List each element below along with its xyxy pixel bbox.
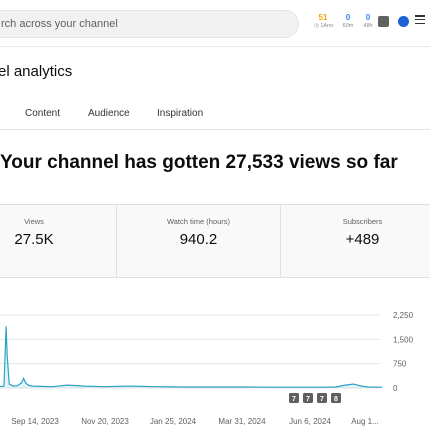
metric-value: 27.5K — [14, 231, 54, 248]
x-tick-label: Aug 1... — [351, 417, 379, 426]
top-bar: rch across your channel 51 ◷ 1Ano 0 60m … — [0, 0, 430, 47]
tab-audience[interactable]: Audience — [88, 108, 130, 119]
browser-extension-icon[interactable] — [398, 16, 409, 27]
metric-label: Watch time (hours) — [166, 217, 231, 226]
y-tick-label: 2,250 — [393, 311, 414, 320]
y-axis-labels: 2,250 1,500 750 0 — [393, 311, 414, 393]
x-axis-labels: Sep 14, 2023 Nov 20, 2023 Jan 25, 2024 Mar … — [11, 417, 379, 426]
y-tick-label: 750 — [393, 360, 407, 369]
annotation-label: 8 — [334, 396, 338, 403]
metric-label: Subscribers — [342, 217, 383, 226]
x-tick-label: Sep 14, 2023 — [11, 417, 59, 426]
menu-icon[interactable] — [415, 15, 425, 25]
chart-grid — [0, 314, 380, 389]
y-tick-label: 1,500 — [393, 335, 414, 344]
x-tick-label: Jan 25, 2024 — [150, 417, 197, 426]
annotation-label: 7 — [292, 396, 296, 403]
stat-year: 51 ◷ 1Ano — [314, 13, 334, 29]
annotation-label: 7 — [306, 396, 310, 403]
x-tick-label: Nov 20, 2023 — [81, 417, 129, 426]
annotation-label: 7 — [320, 396, 324, 403]
x-tick-label: Mar 31, 2024 — [218, 417, 266, 426]
series-area — [0, 326, 383, 388]
extension-icon[interactable] — [378, 16, 389, 27]
metric-value: +489 — [345, 231, 380, 248]
stat-48h: 0 48h — [363, 13, 373, 29]
tab-content[interactable]: Content — [25, 108, 60, 119]
series-line — [0, 326, 383, 388]
metric-label: Views — [24, 217, 44, 226]
tab-inspiration[interactable]: Inspiration — [157, 108, 203, 119]
metrics-row: Views 27.5K Watch time (hours) 940.2 Sub… — [0, 204, 430, 278]
metric-watch-time[interactable]: Watch time (hours) 940.2 — [116, 205, 280, 278]
tab-bar: Content Audience Inspiration — [0, 100, 430, 130]
search-input[interactable]: rch across your channel — [0, 10, 299, 38]
x-tick-label: Jun 6, 2024 — [289, 417, 331, 426]
metric-subscribers[interactable]: Subscribers +489 — [280, 205, 430, 278]
extension-stats: 51 ◷ 1Ano 0 60m 0 48h — [314, 13, 376, 35]
metric-views[interactable]: Views 27.5K — [0, 205, 116, 278]
clock-icon: ◷ 1Ano — [314, 23, 334, 29]
y-tick-label: 0 — [393, 384, 398, 393]
search-placeholder: rch across your channel — [1, 18, 118, 30]
metric-value: 940.2 — [179, 231, 218, 248]
chart-annotations: 7 7 7 8 — [289, 393, 341, 403]
page-title: el analytics — [0, 63, 73, 80]
headline: Your channel has gotten 27,533 views so … — [0, 152, 398, 173]
stat-60m: 0 60m — [342, 13, 354, 29]
views-line-chart: Sep 14, 2023 Nov 20, 2023 Jan 25, 2024 Mar … — [0, 311, 414, 426]
chart-series — [0, 326, 383, 388]
